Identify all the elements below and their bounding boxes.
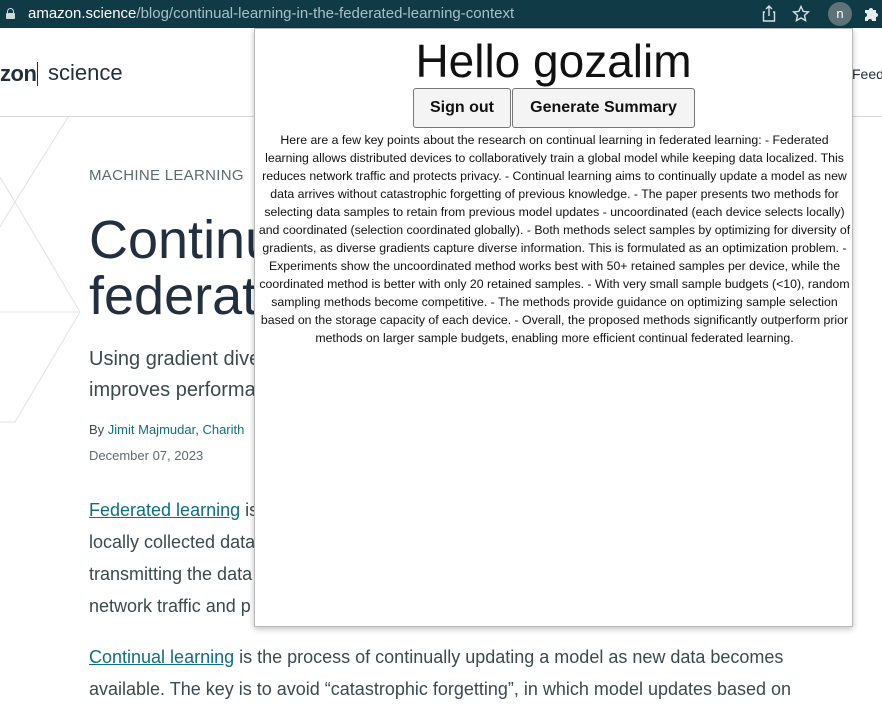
para1-line-4: network traffic and p <box>89 596 251 616</box>
article-subtitle: Using gradient dive improves performa <box>89 344 260 406</box>
decorative-hexagon-pattern <box>0 117 81 423</box>
article-category[interactable]: MACHINE LEARNING <box>89 167 244 184</box>
avatar[interactable]: n <box>828 2 852 26</box>
address-bar[interactable]: amazon.science/blog/continual-learning-i… <box>28 5 514 23</box>
nav-link-feed[interactable]: Feed <box>852 66 882 82</box>
share-icon[interactable] <box>758 3 780 25</box>
para1-line-3: transmitting the data <box>89 564 253 584</box>
subtitle-line-1: Using gradient dive <box>89 348 261 370</box>
author-link-1[interactable]: Jimit Majmudar <box>108 422 195 437</box>
extension-popup: Hello gozalim Sign out Generate Summary … <box>254 28 853 627</box>
summary-output: Here are a few key points about the rese… <box>258 133 851 345</box>
para2-line-2: available. The key is to avoid “catastro… <box>89 679 792 699</box>
sign-out-button[interactable]: Sign out <box>413 88 511 128</box>
federated-learning-link[interactable]: Federated learning <box>89 500 240 520</box>
continual-learning-link[interactable]: Continual learning <box>89 647 234 667</box>
author-link-2[interactable]: Charith <box>202 422 244 437</box>
article-paragraph-2: Continual learning is the process of con… <box>89 641 849 705</box>
greeting-heading: Hello gozalim <box>415 35 692 87</box>
publish-date: December 07, 2023 <box>89 448 204 463</box>
para1-line-2: locally collected data <box>89 532 256 552</box>
para2-line1-rest: is the process of continually updating a… <box>234 647 784 667</box>
site-logo[interactable]: zon <box>0 61 37 87</box>
lock-icon[interactable] <box>6 8 15 19</box>
browser-toolbar: amazon.science/blog/continual-learning-i… <box>0 0 882 28</box>
article-paragraph-1: Federated learning is locally collected … <box>89 494 259 622</box>
logo-divider <box>37 62 38 86</box>
url-domain: amazon.science <box>28 5 137 22</box>
star-icon[interactable] <box>790 3 812 25</box>
byline: By Jimit Majmudar, Charith <box>89 422 245 437</box>
extensions-icon[interactable] <box>862 5 880 23</box>
subtitle-line-2: improves performa <box>89 379 256 401</box>
site-logo-name[interactable]: science <box>48 60 123 86</box>
byline-prefix: By <box>89 422 105 437</box>
url-path: /blog/continual-learning-in-the-federate… <box>136 5 515 22</box>
generate-summary-button[interactable]: Generate Summary <box>512 88 695 128</box>
